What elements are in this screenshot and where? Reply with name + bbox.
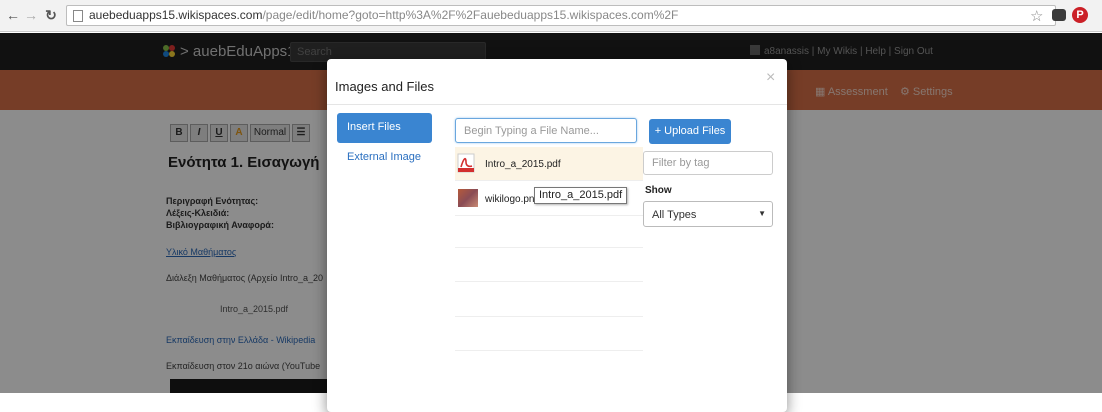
tag-filter-input[interactable]: Filter by tag	[643, 151, 773, 175]
close-icon[interactable]: ×	[766, 69, 775, 87]
tab-insert-files[interactable]: Insert Files	[337, 113, 432, 143]
url-path: /page/edit/home?goto=http%3A%2F%2Fauebed…	[262, 8, 679, 22]
reload-icon[interactable]: ↻	[44, 8, 58, 22]
pdf-icon	[457, 153, 475, 173]
file-tooltip: Intro_a_2015.pdf	[534, 187, 628, 204]
file-list-item[interactable]: Intro_a_2015.pdf	[455, 147, 643, 181]
tab-external-image[interactable]: External Image	[347, 151, 421, 163]
bookmark-star-icon[interactable]: ☆	[1030, 7, 1043, 25]
divider	[455, 350, 643, 351]
url-host: auebeduapps15.wikispaces.com	[89, 8, 263, 22]
pinterest-icon[interactable]: P	[1072, 7, 1088, 23]
file-name: wikilogo.png	[485, 194, 541, 205]
forward-arrow-icon[interactable]: →	[24, 8, 38, 22]
file-search-input[interactable]: Begin Typing a File Name...	[455, 118, 637, 143]
divider	[455, 281, 643, 282]
image-thumbnail	[458, 189, 478, 207]
extension-icon[interactable]	[1052, 9, 1066, 21]
divider	[455, 247, 643, 248]
divider	[327, 104, 787, 105]
dialog-title: Images and Files	[335, 79, 434, 94]
back-arrow-icon[interactable]: ←	[6, 8, 20, 22]
upload-files-button[interactable]: + Upload Files	[649, 119, 731, 144]
page-icon	[73, 10, 83, 22]
file-type-value: All Types	[652, 209, 697, 221]
browser-chrome: ← → ↻ auebeduapps15.wikispaces.com/page/…	[0, 0, 1102, 32]
file-type-select[interactable]: All Types ▼	[643, 201, 773, 227]
divider	[455, 316, 643, 317]
chevron-down-icon: ▼	[758, 209, 766, 218]
file-name: Intro_a_2015.pdf	[485, 159, 561, 170]
show-label: Show	[645, 185, 672, 196]
address-bar[interactable]: auebeduapps15.wikispaces.com/page/edit/h…	[66, 5, 1056, 26]
images-files-dialog: Images and Files × Insert Files External…	[327, 59, 787, 412]
